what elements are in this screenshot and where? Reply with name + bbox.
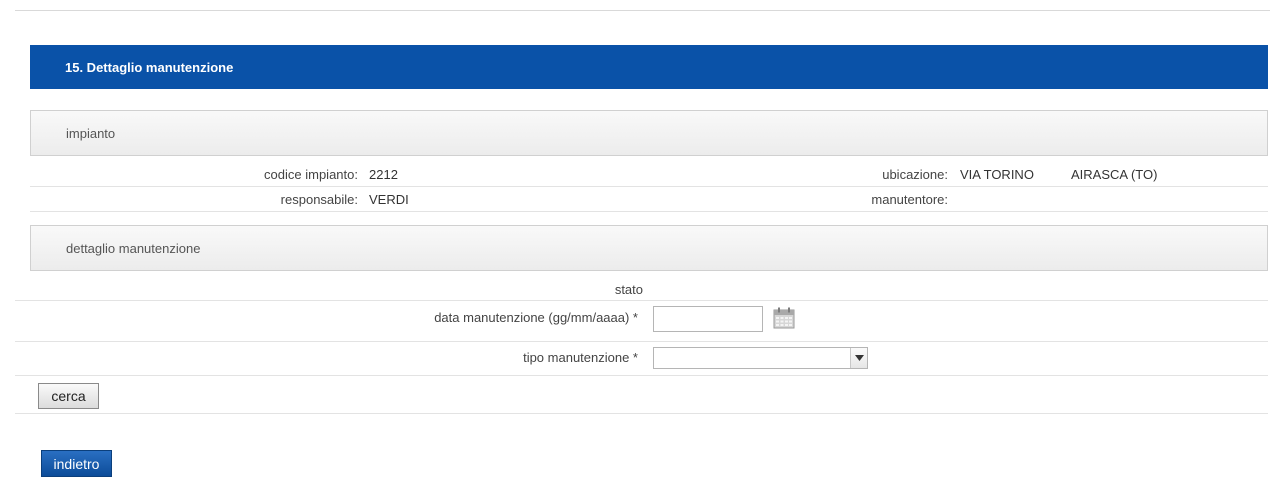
manutentore-label: manutentore: xyxy=(871,192,948,207)
tipo-manutenzione-select[interactable] xyxy=(653,347,868,369)
row-divider xyxy=(15,341,1268,342)
section-header-dettaglio: dettaglio manutenzione xyxy=(30,225,1268,271)
page-title: 15. Dettaglio manutenzione xyxy=(65,60,234,75)
row-divider xyxy=(15,413,1268,414)
section-header-impianto: impianto xyxy=(30,110,1268,156)
ubicazione-label: ubicazione: xyxy=(882,167,948,182)
stato-label: stato xyxy=(614,282,643,297)
section-title-dettaglio: dettaglio manutenzione xyxy=(66,241,201,256)
data-manutenzione-label: data manutenzione (gg/mm/aaaa) * xyxy=(434,310,638,325)
responsabile-label: responsabile: xyxy=(280,192,358,207)
page-title-bar: 15. Dettaglio manutenzione xyxy=(30,45,1268,89)
chevron-down-icon[interactable] xyxy=(850,348,867,368)
codice-impianto-value: 2212 xyxy=(369,167,398,182)
ubicazione-street: VIA TORINO xyxy=(960,167,1034,182)
row-divider xyxy=(30,211,1268,212)
section-title-impianto: impianto xyxy=(66,126,116,141)
codice-impianto-label: codice impianto: xyxy=(264,167,358,182)
data-manutenzione-input[interactable] xyxy=(653,306,763,332)
calendar-icon[interactable] xyxy=(773,307,795,329)
responsabile-value: VERDI xyxy=(369,192,409,207)
row-divider xyxy=(15,300,1268,301)
tipo-manutenzione-label: tipo manutenzione * xyxy=(523,350,638,365)
back-button[interactable]: indietro xyxy=(41,450,112,477)
row-divider xyxy=(30,186,1268,187)
row-divider xyxy=(15,375,1268,376)
search-button[interactable]: cerca xyxy=(38,383,99,409)
ubicazione-city: AIRASCA (TO) xyxy=(1071,167,1158,182)
top-divider xyxy=(15,10,1270,11)
